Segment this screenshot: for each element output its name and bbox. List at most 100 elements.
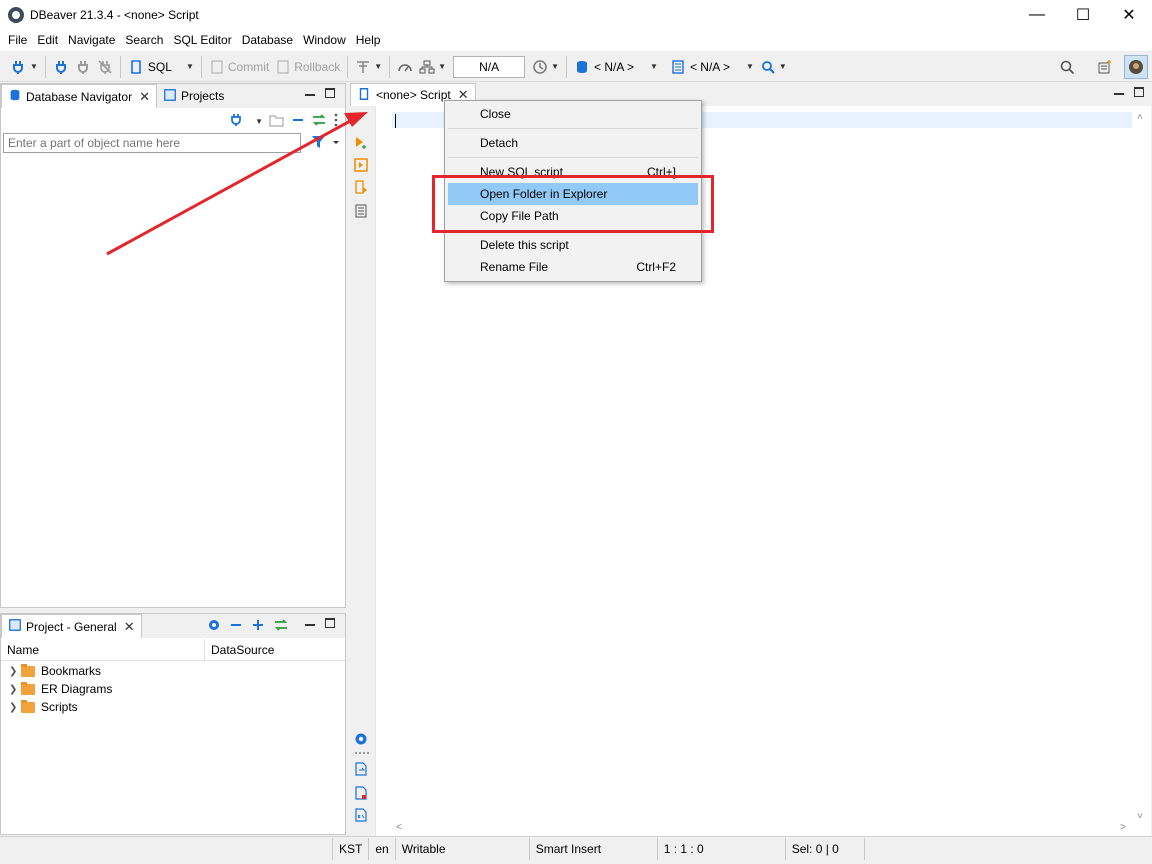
chevron-down-icon[interactable]: ▼ [255,117,263,126]
collapse-all-icon[interactable] [291,113,305,130]
column-header-name[interactable]: Name [1,639,205,660]
menu-item-detach[interactable]: Detach [448,132,698,154]
tab-project-general[interactable]: Project - General ✕ [1,614,142,638]
menu-sql-editor[interactable]: SQL Editor [168,30,236,51]
project-icon [8,618,22,635]
navigator-filter-input[interactable] [3,133,301,153]
schema-selector[interactable]: < N/A > ▼ [667,55,757,79]
transaction-mode-field[interactable]: N/A [453,55,526,78]
chevron-left-icon[interactable]: < [396,822,402,833]
rollback-button[interactable]: Rollback [272,55,343,79]
minimize-view-button[interactable] [305,624,315,626]
tree-item-label: ER Diagrams [41,682,113,696]
chevron-right-icon[interactable]: > [1120,822,1126,833]
menu-separator [448,128,698,129]
vertical-scrollbar[interactable]: ˄ ˅ [1134,106,1151,824]
maximize-view-button[interactable] [325,618,335,628]
tree-item-scripts[interactable]: ❯ Scripts [9,698,78,716]
export-icon[interactable] [354,762,368,776]
tab-projects[interactable]: Projects [156,84,231,108]
view-menu-icon[interactable] [333,113,339,130]
chevron-right-icon[interactable]: ❯ [9,666,19,677]
rollback-label: Rollback [294,59,341,74]
sql-editor-button[interactable]: SQL ▼ [125,55,197,79]
perspective-icon [1097,59,1113,75]
menu-file[interactable]: File [3,30,32,51]
execute-in-new-tab-icon[interactable] [354,158,368,172]
transaction-mode-button[interactable]: ▼ [352,55,385,79]
title-bar: DBeaver 21.3.4 - <none> Script — ☐ ✕ [0,0,1152,30]
menu-item-shortcut: Ctrl+F2 [636,260,676,274]
chevron-down-icon[interactable]: ▼ [746,62,754,71]
link-with-editor-icon[interactable] [273,618,289,635]
global-search-button[interactable] [1056,55,1078,79]
menu-item-rename-file[interactable]: Rename File Ctrl+F2 [448,256,698,278]
project-toolbar [207,618,289,635]
datasource-selector[interactable]: < N/A > ▼ [571,55,661,79]
menu-navigate[interactable]: Navigate [63,30,120,51]
error-log-icon[interactable] [354,786,368,800]
toolbar-separator [200,55,202,78]
horizontal-scrollbar[interactable]: < > [392,822,1136,836]
disconnect-button[interactable] [72,55,94,79]
tab-database-navigator[interactable]: Database Navigator ✕ [1,84,157,108]
close-icon[interactable]: ✕ [124,619,135,635]
connect-button[interactable] [50,55,72,79]
chevron-down-icon[interactable]: ▼ [438,62,446,71]
new-connection-icon[interactable] [230,113,246,130]
execute-statement-icon[interactable] [354,136,368,150]
execute-script-icon[interactable] [354,180,368,194]
tree-item-label: Bookmarks [41,664,102,678]
database-navigator-panel: Database Navigator ✕ Projects ▼ [0,83,346,608]
menu-item-delete-this-script[interactable]: Delete this script [448,234,698,256]
project-tabstrip: Project - General ✕ [1,614,345,638]
filter-icon[interactable] [311,134,339,153]
expand-all-icon[interactable] [251,618,265,635]
history-button[interactable]: ▼ [529,55,562,79]
gear-icon[interactable] [207,618,221,635]
maximize-view-button[interactable] [325,88,335,98]
chevron-up-icon[interactable]: ˄ [1137,112,1143,123]
chevron-right-icon[interactable]: ❯ [9,702,19,713]
navigator-toolbar: ▼ [1,110,345,132]
tree-item-bookmarks[interactable]: ❯ Bookmarks [9,662,101,680]
collapse-all-icon[interactable] [229,618,243,635]
commit-button[interactable]: Commit [206,55,272,79]
maximize-view-button[interactable] [1134,87,1144,97]
search-button[interactable]: ▼ [757,55,790,79]
minimize-view-button[interactable] [305,94,315,96]
new-folder-icon[interactable] [269,113,285,130]
menu-window[interactable]: Window [298,30,351,51]
menu-database[interactable]: Database [237,30,298,51]
new-connection-button[interactable]: ▼ [8,55,41,79]
menu-item-close[interactable]: Close [448,103,698,125]
minimize-view-button[interactable] [1114,93,1124,95]
open-perspective-button[interactable] [1094,55,1116,79]
menu-help[interactable]: Help [351,30,386,51]
variables-icon[interactable] [354,808,368,822]
gauge-icon [397,59,413,75]
gear-icon[interactable] [354,732,368,746]
explain-plan-icon[interactable] [354,204,368,218]
schema-button[interactable]: ▼ [416,55,449,79]
chevron-down-icon[interactable]: ▼ [650,62,658,71]
chevron-right-icon[interactable]: ❯ [9,684,19,695]
dashboard-button[interactable] [394,55,416,79]
chevron-down-icon[interactable]: ▼ [374,62,382,71]
chevron-down-icon[interactable]: ▼ [30,62,38,71]
chevron-down-icon[interactable]: ˅ [1137,811,1143,822]
maximize-button[interactable]: ☐ [1060,0,1106,30]
link-with-editor-icon[interactable] [311,113,327,130]
menu-edit[interactable]: Edit [32,30,63,51]
chevron-down-icon[interactable]: ▼ [779,62,787,71]
chevron-down-icon[interactable]: ▼ [551,62,559,71]
close-icon[interactable]: ✕ [139,89,150,105]
column-header-datasource[interactable]: DataSource [205,639,280,660]
invalidate-button[interactable] [94,55,116,79]
minimize-button[interactable]: — [1014,0,1060,30]
menu-search[interactable]: Search [120,30,168,51]
dbeaver-perspective-button[interactable] [1124,54,1148,79]
tree-item-er-diagrams[interactable]: ❯ ER Diagrams [9,680,112,698]
chevron-down-icon[interactable]: ▼ [186,62,194,71]
close-window-button[interactable]: ✕ [1106,0,1152,30]
